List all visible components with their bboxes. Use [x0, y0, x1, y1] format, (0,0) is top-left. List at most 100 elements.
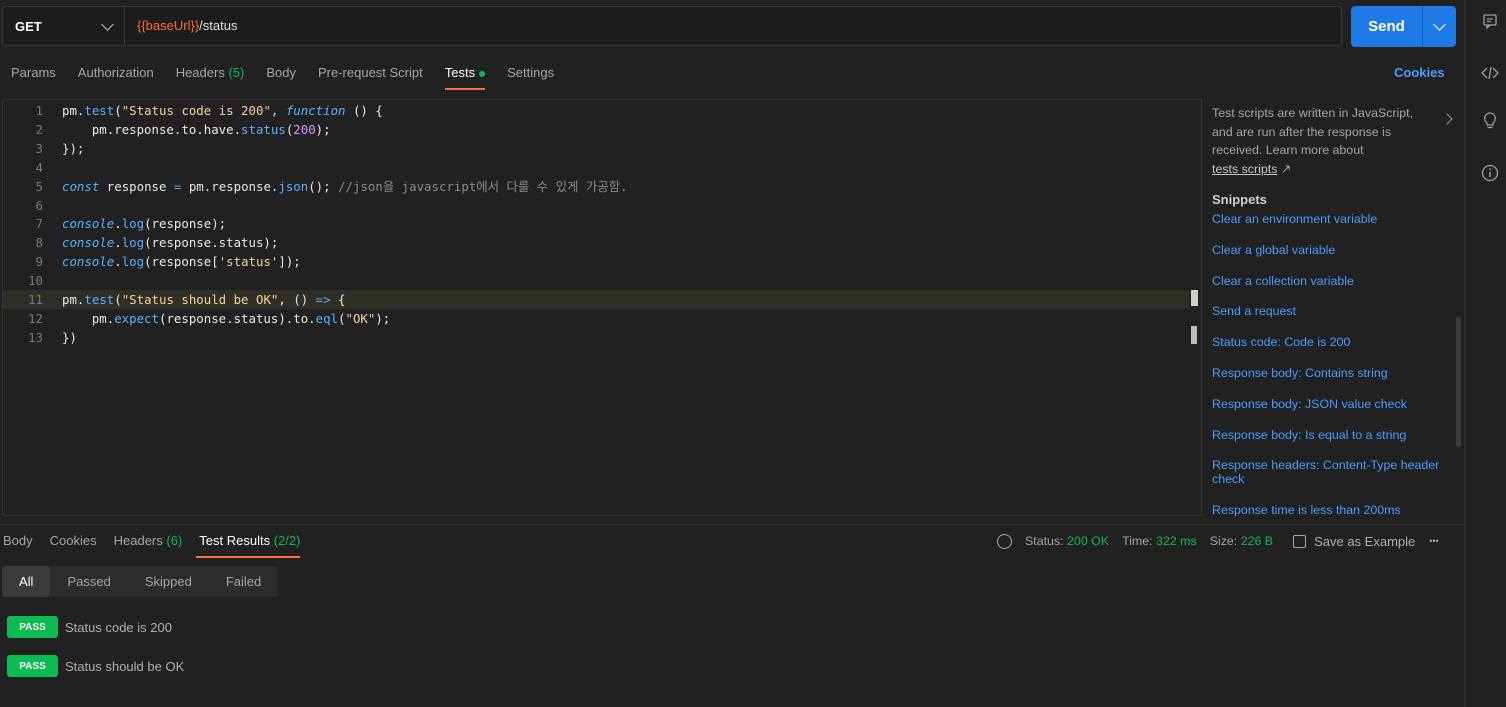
filter-passed[interactable]: Passed	[50, 566, 127, 597]
tab-pre-request-script[interactable]: Pre-request Script	[307, 58, 434, 88]
divider	[0, 524, 1464, 525]
code-line[interactable]: 6	[3, 196, 1189, 215]
code-line[interactable]: 1 pm.test("Status code is 200", function …	[3, 101, 1189, 120]
chevron-right-icon[interactable]	[1441, 113, 1453, 125]
tab-label: Pre-request Script	[317, 65, 423, 80]
code-line[interactable]: 5 const response = pm.response.json(); //…	[3, 177, 1189, 196]
code-line[interactable]: 12 pm.expect(response.status).to.eql("OK…	[3, 309, 1189, 328]
code-token: console	[62, 235, 115, 251]
code-token: "Status code is 200"	[121, 103, 271, 118]
snippets-scrollbar[interactable]	[1456, 317, 1461, 447]
response-meta: Status: 200 OK Time: 322 ms Size: 226 B …	[997, 528, 1439, 554]
code-line[interactable]: 7 console.log(response);	[3, 214, 1189, 233]
tab-label: Cookies	[49, 533, 97, 548]
tests-code-editor[interactable]: 1 pm.test("Status code is 200", function …	[2, 99, 1202, 516]
lightbulb-icon[interactable]	[1481, 112, 1499, 130]
tab-authorization[interactable]: Authorization	[67, 58, 165, 88]
cookies-link[interactable]: Cookies	[1394, 58, 1445, 88]
code-token: (	[338, 310, 346, 326]
save-as-example-button[interactable]: Save as Example	[1314, 534, 1415, 549]
snippet-item[interactable]: Clear a collection variable	[1212, 274, 1444, 288]
code-line[interactable]: 9 console.log(response['status']);	[3, 252, 1189, 271]
tab-count: (2/2)	[273, 533, 301, 548]
filter-skipped[interactable]: Skipped	[128, 566, 209, 597]
line-number: 5	[35, 178, 43, 194]
code-token: ();	[308, 178, 339, 194]
test-name: Status code is 200	[65, 619, 172, 635]
size-value[interactable]: 226 B	[1241, 534, 1273, 548]
chevron-down-icon	[101, 17, 114, 31]
code-line[interactable]: 2 pm.response.to.have.status(200);	[3, 120, 1189, 139]
request-tabs: Params Authorization Headers (5) Body Pr…	[0, 58, 565, 94]
code-line[interactable]: 11 pm.test("Status should be OK", () => {	[3, 290, 1189, 309]
snippet-item[interactable]: Clear a global variable	[1212, 243, 1444, 257]
code-line[interactable]: 3});	[3, 139, 1189, 158]
line-number: 4	[35, 159, 43, 175]
code-token: );	[375, 310, 391, 326]
code-line[interactable]: 13})	[3, 328, 1189, 347]
tab-label: Test Results	[199, 533, 271, 548]
tab-headers[interactable]: Headers (5)	[165, 58, 256, 88]
code-token: response	[99, 178, 174, 194]
code-token: "OK"	[345, 310, 376, 326]
url-variable: {{baseUrl}}	[137, 18, 200, 33]
snippets-info: Test scripts are written in JavaScript, …	[1212, 104, 1422, 178]
code-token: =>	[315, 292, 331, 307]
snippet-item[interactable]: Response headers: Content-Type header ch…	[1212, 458, 1444, 486]
code-token: (	[114, 292, 122, 307]
code-token: const	[62, 178, 100, 194]
external-link-icon: ↗	[1280, 161, 1292, 176]
snippet-item[interactable]: Clear an environment variable	[1212, 212, 1444, 226]
tests-scripts-link[interactable]: tests scripts	[1212, 162, 1277, 176]
code-icon[interactable]	[1481, 64, 1499, 82]
tab-settings[interactable]: Settings	[496, 58, 565, 88]
method-select[interactable]: GET	[3, 7, 125, 45]
tab-test-results[interactable]: Test Results (2/2)	[196, 526, 301, 558]
editor-scrollbar-thumb[interactable]	[1191, 326, 1197, 344]
code-token: "Status should be OK"	[121, 292, 279, 307]
line-number: 6	[35, 197, 43, 213]
modified-dot-icon	[479, 70, 486, 77]
size-label: Size:	[1209, 534, 1238, 548]
snippet-item[interactable]: Response body: Contains string	[1212, 366, 1444, 380]
code-token: {	[330, 292, 346, 307]
snippet-item[interactable]: Response time is less than 200ms	[1212, 503, 1444, 517]
url-input[interactable]: {{baseUrl}}/status	[137, 7, 237, 45]
snippet-item[interactable]: Status code: Code is 200	[1212, 335, 1444, 349]
line-number: 7	[35, 216, 43, 232]
snippet-item[interactable]: Response body: JSON value check	[1212, 397, 1444, 411]
tab-response-cookies[interactable]: Cookies	[47, 526, 97, 556]
test-result-row: PASS Status should be OK	[7, 655, 184, 677]
info-icon[interactable]	[1481, 164, 1499, 182]
globe-icon[interactable]	[997, 533, 1012, 549]
send-button[interactable]: Send	[1351, 6, 1423, 47]
code-line[interactable]: 4	[3, 158, 1189, 177]
tab-response-body[interactable]: Body	[0, 526, 33, 556]
send-dropdown-button[interactable]	[1423, 6, 1456, 47]
tab-tests[interactable]: Tests	[434, 58, 496, 90]
code-token: test	[84, 103, 115, 118]
filter-all[interactable]: All	[2, 566, 51, 597]
status-value[interactable]: 200 OK	[1067, 534, 1109, 548]
code-token: (response.status).to.	[158, 310, 316, 326]
time-value[interactable]: 322 ms	[1156, 534, 1197, 548]
snippet-item[interactable]: Send a request	[1212, 304, 1444, 318]
code-token: () {	[345, 103, 383, 118]
code-line[interactable]: 8 console.log(response.status);	[3, 233, 1189, 252]
tab-params[interactable]: Params	[0, 58, 67, 88]
code-token: log	[121, 254, 145, 270]
more-options-icon[interactable]: •••	[1429, 536, 1438, 546]
code-token: (	[114, 103, 122, 118]
code-token: });	[62, 140, 85, 156]
tab-label: Params	[11, 65, 56, 80]
tab-body[interactable]: Body	[255, 58, 307, 88]
comment-icon[interactable]	[1481, 12, 1499, 30]
filter-failed[interactable]: Failed	[209, 566, 278, 597]
tab-label: Tests	[444, 65, 476, 80]
code-token: pm.	[62, 103, 85, 118]
code-line[interactable]: 10	[3, 271, 1189, 290]
code-token: ,	[270, 103, 286, 118]
tab-label: Headers	[175, 65, 225, 80]
snippet-item[interactable]: Response body: Is equal to a string	[1212, 428, 1444, 442]
tab-response-headers[interactable]: Headers (6)	[111, 526, 183, 556]
